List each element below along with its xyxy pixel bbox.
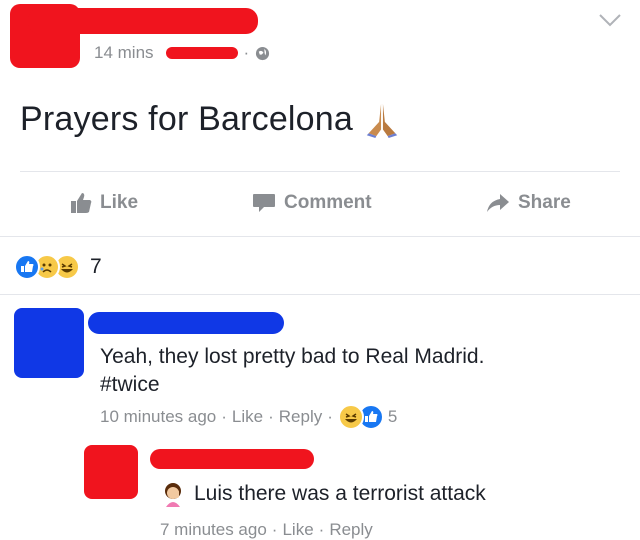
globe-icon [255,46,270,61]
redacted-location [165,47,238,59]
separator: · [268,407,274,426]
share-label: Share [518,192,571,213]
reply-reply-link[interactable]: Reply [329,520,372,540]
comment-reactions[interactable]: 5 [337,404,398,430]
comment-reply-link[interactable]: Reply [279,407,322,427]
comment-meta-row: 10 minutes ago · Like · Reply · 5 [100,404,397,430]
thumbs-up-icon [70,192,92,214]
share-button[interactable]: Share [486,192,571,214]
woman-facepalm-icon [160,481,186,507]
reactions-summary[interactable]: 7 [14,254,102,280]
redacted-name [28,8,258,34]
comment-time[interactable]: 10 minutes ago [100,407,216,427]
like-label: Like [100,192,139,213]
divider [0,294,640,295]
redacted-replier-avatar [84,445,138,499]
post-separator: · [243,43,250,62]
reply-meta-row: 7 minutes ago · Like · Reply [160,520,373,540]
divider [20,171,620,172]
post-text-row: Prayers for Barcelona [20,100,401,139]
like-button[interactable]: Like [70,192,138,214]
hashtag-link[interactable]: #twice [100,371,620,399]
redacted-commenter-name [88,312,284,334]
post-time[interactable]: 14 mins [94,43,154,63]
divider [0,236,640,237]
praying-hands-icon [363,101,401,139]
like-icon [14,254,40,280]
reply-text: Luis there was a terrorist attack [194,482,486,505]
separator: · [271,520,278,539]
comment-like-link[interactable]: Like [232,407,263,427]
separator: · [221,407,227,426]
comment-button[interactable]: Comment [252,192,372,214]
reply-time[interactable]: 7 minutes ago [160,520,267,540]
redacted-commenter-avatar [14,308,84,378]
post-text: Prayers for Barcelona [20,100,354,138]
chevron-down-icon[interactable] [598,12,622,28]
reply-like-link[interactable]: Like [282,520,313,540]
comment-text: Yeah, they lost pretty bad to Real Madri… [100,343,620,399]
separator: · [327,407,333,426]
haha-icon [337,404,364,430]
comment-icon [252,192,276,214]
comment-line: Yeah, they lost pretty bad to Real Madri… [100,345,485,368]
comment-label: Comment [284,192,372,213]
reply-text-row: Luis there was a terrorist attack [160,480,486,508]
share-arrow-icon [486,192,510,214]
separator: · [318,520,325,539]
reaction-count: 7 [90,255,102,278]
redacted-replier-name [150,449,314,469]
comment-reaction-count: 5 [387,407,398,426]
post-timestamp-row: 14 mins · [94,43,270,63]
